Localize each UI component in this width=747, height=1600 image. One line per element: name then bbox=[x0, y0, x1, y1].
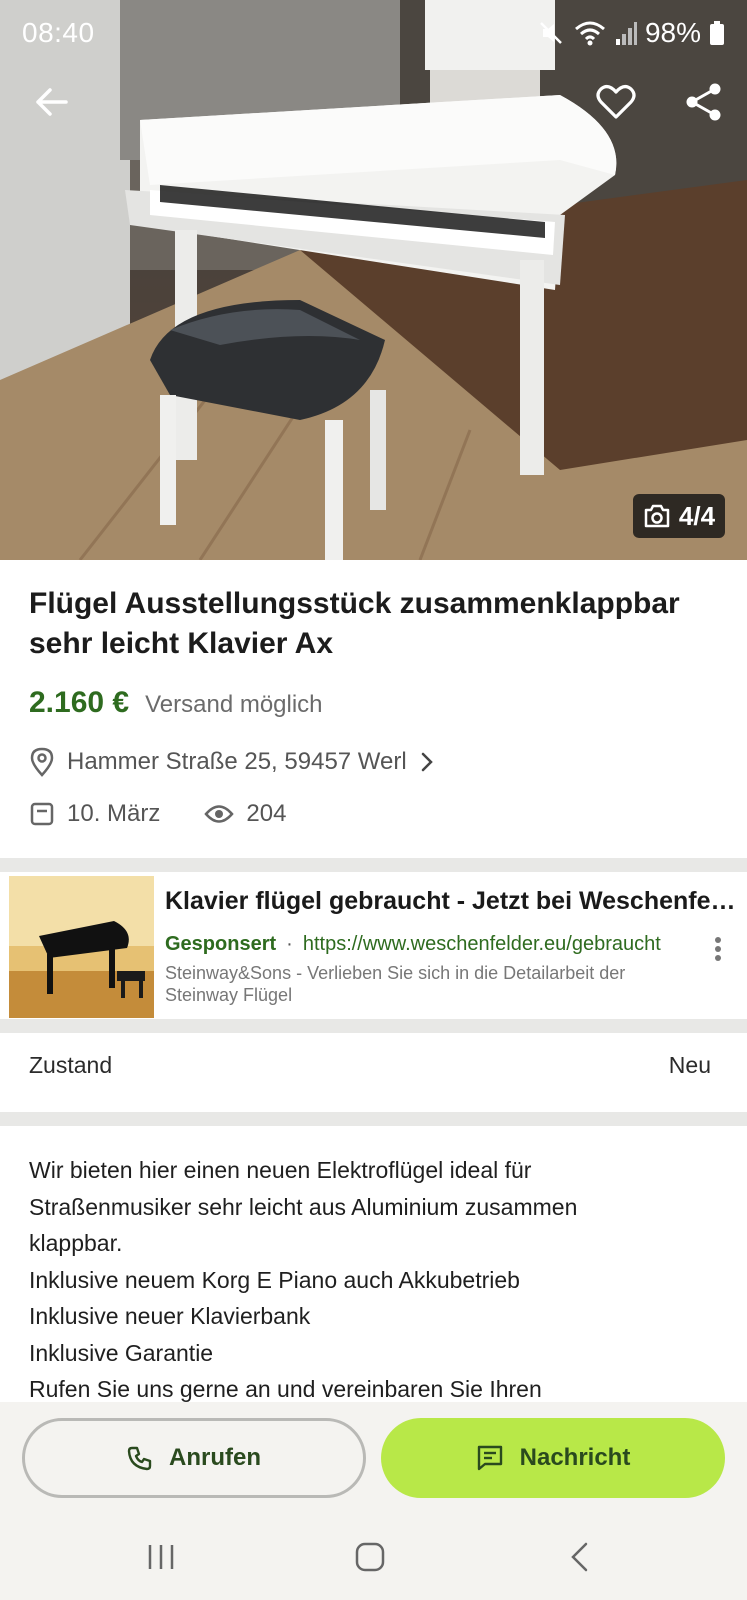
listing-title: Flügel Ausstellungsstück zusammenklappba… bbox=[29, 587, 680, 660]
description-line: Inklusive neuem Korg E Piano auch Akkube… bbox=[29, 1266, 520, 1293]
favorite-button[interactable] bbox=[586, 72, 646, 132]
description-line: Inklusive neuer Klavierbank bbox=[29, 1303, 311, 1329]
more-vertical-icon bbox=[715, 937, 721, 961]
listing-date: 10. März bbox=[67, 800, 161, 827]
listing-description: Wir bieten hier einen neuen Elektroflüge… bbox=[29, 1152, 719, 1402]
battery-percent: 98% bbox=[644, 17, 701, 48]
view-count: 204 bbox=[246, 800, 287, 827]
top-action-bar bbox=[0, 72, 747, 132]
signal-icon bbox=[615, 22, 637, 45]
message-button[interactable]: Nachricht bbox=[381, 1418, 725, 1498]
divider bbox=[0, 1019, 747, 1033]
wifi-icon bbox=[574, 21, 605, 46]
listing-price: 2.160 € bbox=[29, 686, 130, 719]
ad-sponsored-label: Gesponsert bbox=[165, 933, 277, 955]
recent-apps-icon bbox=[148, 1545, 174, 1569]
ad-title[interactable]: Klavier flügel gebraucht - Jetzt bei Wes… bbox=[165, 887, 740, 916]
ad-meta: Gesponsert · https://www.weschenfelder.e… bbox=[165, 933, 685, 956]
call-button-label: Anrufen bbox=[169, 1444, 261, 1471]
contact-action-bar: Anrufen Nachricht bbox=[0, 1402, 747, 1512]
home-icon bbox=[355, 1542, 385, 1572]
description-line: Straßenmusiker sehr leicht aus Aluminium… bbox=[29, 1193, 578, 1220]
battery-icon bbox=[710, 21, 724, 45]
back-button[interactable] bbox=[22, 72, 82, 132]
description-line: klappbar. bbox=[29, 1230, 123, 1256]
mute-icon bbox=[540, 22, 562, 44]
chevron-left-icon bbox=[571, 1542, 588, 1572]
calendar-icon bbox=[30, 802, 54, 826]
chevron-right-icon bbox=[421, 752, 433, 772]
phone-icon bbox=[127, 1446, 152, 1471]
ad-image[interactable] bbox=[9, 876, 154, 1018]
condition-row: Zustand Neu bbox=[29, 1052, 711, 1079]
photo-counter-text: 4/4 bbox=[678, 500, 716, 531]
share-button[interactable] bbox=[674, 72, 734, 132]
description-line: Rufen Sie uns gerne an und vereinbaren S… bbox=[29, 1376, 542, 1402]
recent-apps-button[interactable] bbox=[131, 1532, 191, 1582]
back-arrow-icon bbox=[36, 88, 68, 116]
description-line: Wir bieten hier einen neuen Elektroflüge… bbox=[29, 1157, 532, 1183]
description-line: Inklusive Garantie bbox=[29, 1339, 214, 1366]
ad-more-button[interactable] bbox=[700, 931, 736, 967]
shipping-info: Versand möglich bbox=[145, 691, 323, 718]
condition-label: Zustand bbox=[29, 1052, 113, 1078]
status-time: 08:40 bbox=[22, 17, 95, 48]
ad-separator: · bbox=[286, 933, 293, 955]
home-button[interactable] bbox=[340, 1532, 400, 1582]
meta-row: 10. März 204 bbox=[29, 800, 286, 828]
location-link[interactable]: Hammer Straße 25, 59457 Werl bbox=[29, 747, 435, 777]
divider bbox=[0, 1112, 747, 1126]
condition-value: Neu bbox=[668, 1052, 711, 1078]
status-bar: 08:40 98% bbox=[0, 0, 747, 66]
call-button[interactable]: Anrufen bbox=[22, 1418, 366, 1498]
photo-counter[interactable]: 4/4 bbox=[633, 494, 725, 538]
eye-icon bbox=[204, 805, 235, 823]
listing-photo[interactable]: 08:40 98% 4/4 bbox=[0, 0, 747, 560]
message-button-label: Nachricht bbox=[519, 1444, 631, 1471]
sponsored-ad[interactable]: Klavier flügel gebraucht - Jetzt bei Wes… bbox=[0, 873, 747, 1019]
heart-icon bbox=[596, 85, 636, 119]
divider bbox=[0, 858, 747, 872]
share-icon bbox=[686, 83, 721, 121]
camera-icon bbox=[644, 504, 670, 528]
ad-url[interactable]: https://www.weschenfelder.eu/gebraucht bbox=[303, 933, 661, 956]
chat-icon bbox=[477, 1445, 502, 1471]
system-nav-bar bbox=[0, 1512, 747, 1600]
system-back-button[interactable] bbox=[550, 1532, 610, 1582]
location-pin-icon bbox=[30, 747, 54, 777]
location-text: Hammer Straße 25, 59457 Werl bbox=[67, 748, 407, 775]
price-row: 2.160 € Versand möglich bbox=[29, 686, 323, 720]
ad-description: Steinway&Sons - Verlieben Sie sich in di… bbox=[165, 963, 626, 1005]
status-icons: 98% bbox=[537, 17, 725, 49]
